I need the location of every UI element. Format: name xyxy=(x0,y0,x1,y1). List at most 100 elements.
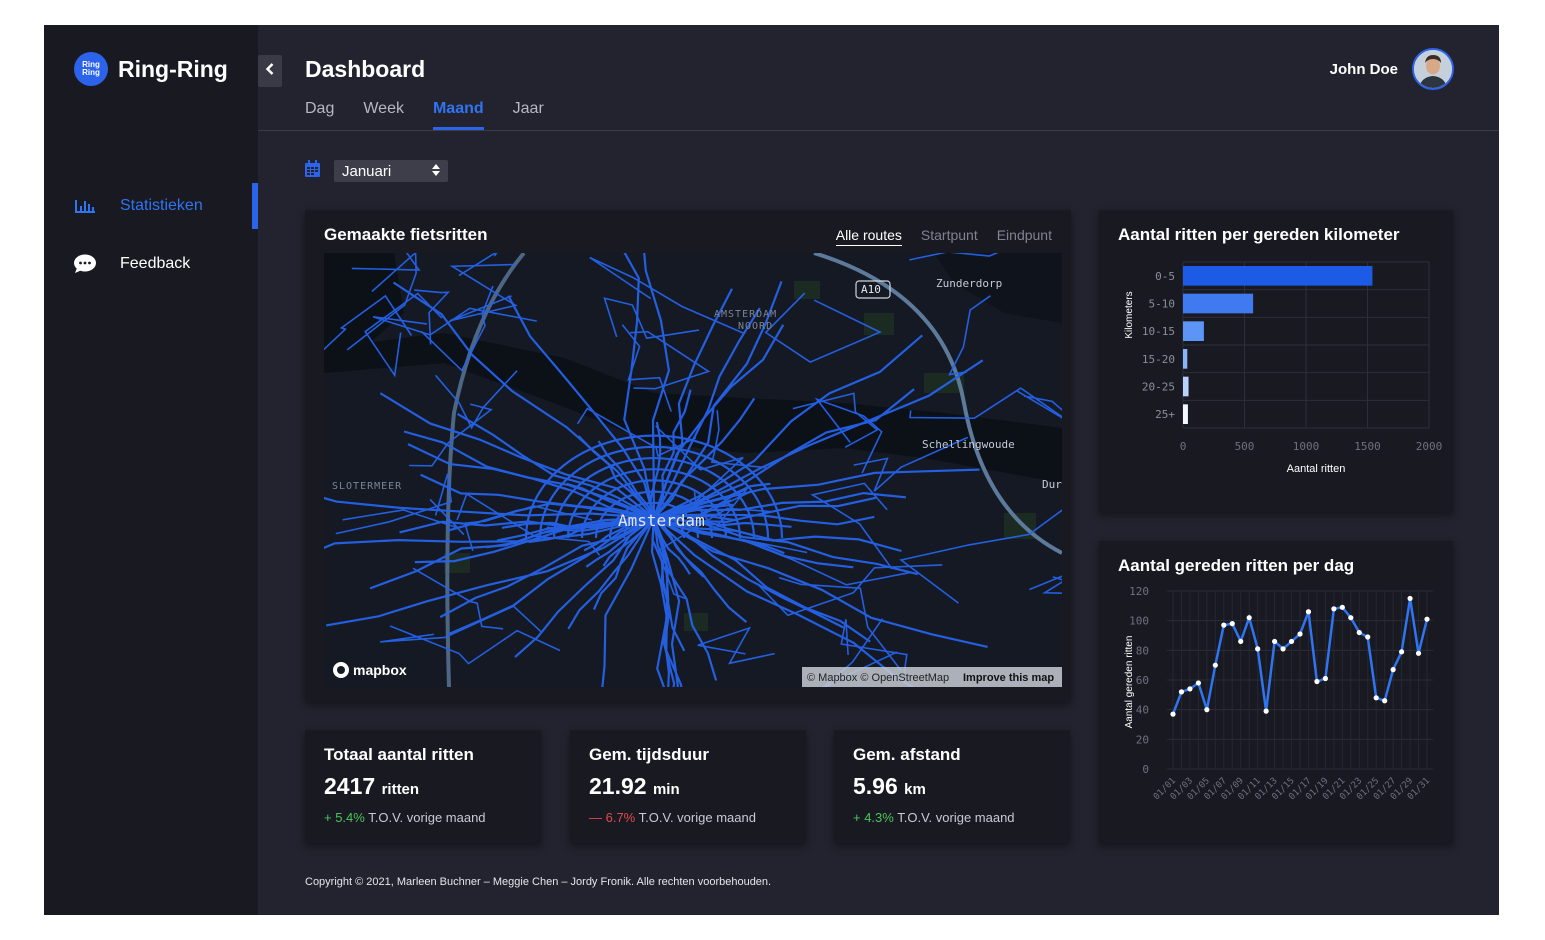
stat-change-suffix: T.O.V. vorige maand xyxy=(638,810,756,825)
tab-maand[interactable]: Maand xyxy=(432,100,484,130)
data-point xyxy=(1255,646,1261,652)
data-point xyxy=(1204,707,1210,713)
speech-bubble-icon xyxy=(72,254,98,274)
y-tick-label: 5-10 xyxy=(1149,298,1176,311)
data-point xyxy=(1348,615,1354,621)
stat-title: Totaal aantal ritten xyxy=(324,745,474,764)
data-point xyxy=(1382,698,1388,704)
y-tick-label: 0 xyxy=(1142,763,1149,776)
stat-change-value: — 6.7% xyxy=(589,810,636,825)
y-tick-label: 10-15 xyxy=(1142,325,1175,338)
data-point xyxy=(1221,622,1227,628)
month-filter: Januari xyxy=(305,160,448,182)
avatar[interactable] xyxy=(1412,48,1454,90)
stat-value: 21.92 min xyxy=(589,773,680,800)
map-label-schellingwoude: Schellingwoude xyxy=(922,438,1015,451)
sidebar-item-feedback[interactable]: Feedback xyxy=(72,241,258,287)
data-point xyxy=(1415,650,1422,656)
y-tick-label: 60 xyxy=(1136,674,1149,687)
data-point xyxy=(1170,711,1176,717)
bar-chart-icon xyxy=(72,198,98,214)
footer-copyright: Copyright © 2021, Marleen Buchner – Megg… xyxy=(305,876,772,888)
y-tick-label: 120 xyxy=(1129,585,1149,598)
stat-change: + 4.3% T.O.V. vorige maand xyxy=(853,810,1015,825)
map-tab-eindpunt[interactable]: Eindpunt xyxy=(997,227,1052,246)
x-tick-label: 500 xyxy=(1235,440,1255,453)
bar xyxy=(1183,349,1188,369)
map-label-amsterdam: AMSTERDAM xyxy=(714,309,777,320)
x-tick-label: 1500 xyxy=(1354,440,1381,453)
chevron-left-icon xyxy=(265,62,275,81)
stat-number: 21.92 xyxy=(589,773,647,799)
stat-unit: min xyxy=(652,781,680,798)
stat-unit: km xyxy=(904,781,926,798)
stat-unit: ritten xyxy=(381,781,420,798)
data-point xyxy=(1263,708,1269,714)
stat-change-suffix: T.O.V. vorige maand xyxy=(897,810,1015,825)
y-tick-label: 40 xyxy=(1136,704,1149,717)
calendar-icon xyxy=(305,160,320,182)
stat-change: — 6.7% T.O.V. vorige maand xyxy=(589,810,756,825)
map-tab-startpunt[interactable]: Startpunt xyxy=(921,227,978,246)
month-select-value: Januari xyxy=(342,162,392,180)
y-tick-label: 20-25 xyxy=(1142,381,1175,394)
month-select[interactable]: Januari xyxy=(334,160,448,182)
stat-change-value: + 4.3% xyxy=(853,810,894,825)
bar xyxy=(1183,404,1188,424)
map-tab-alle-routes[interactable]: Alle routes xyxy=(835,227,902,246)
stat-number: 2417 xyxy=(324,773,376,799)
data-point xyxy=(1195,680,1201,686)
stat-card-avg-duration: Gem. tijdsduur 21.92 min — 6.7% T.O.V. v… xyxy=(570,730,806,843)
map-label-a10-text: A10 xyxy=(861,283,881,296)
data-point xyxy=(1178,689,1185,695)
map-label-dur: Dur xyxy=(1042,478,1062,491)
data-point xyxy=(1280,646,1286,652)
data-point xyxy=(1339,604,1345,610)
x-tick-label: 2000 xyxy=(1416,440,1443,453)
bar xyxy=(1183,266,1373,286)
y-tick-label: 0-5 xyxy=(1155,270,1175,283)
data-point xyxy=(1246,615,1252,621)
data-point xyxy=(1297,631,1303,637)
stat-change-value: + 5.4% xyxy=(324,810,365,825)
logo[interactable]: Ring Ring Ring-Ring xyxy=(74,52,228,86)
map-label-city: Amsterdam xyxy=(618,511,705,530)
km-chart-card: Aantal ritten per gereden kilometer 0 500… xyxy=(1099,210,1453,512)
sidebar-item-statistieken[interactable]: Statistieken xyxy=(72,183,258,229)
data-point xyxy=(1229,621,1235,627)
data-point xyxy=(1212,662,1218,668)
data-point xyxy=(1322,675,1328,682)
sidebar-item-label: Statistieken xyxy=(120,197,203,214)
x-tick-label: 1000 xyxy=(1293,440,1320,453)
x-axis-label: Aantal ritten xyxy=(1287,463,1346,475)
data-point xyxy=(1424,616,1430,622)
y-tick-label: 100 xyxy=(1129,615,1149,628)
map-label-slotermeer: SLOTERMEER xyxy=(332,481,402,492)
data-point xyxy=(1390,667,1396,673)
tab-dag[interactable]: Dag xyxy=(305,100,334,130)
data-point xyxy=(1331,606,1337,612)
bar xyxy=(1183,321,1204,341)
stat-number: 5.96 xyxy=(853,773,898,799)
map-label-zunderdorp: Zunderdorp xyxy=(936,277,1002,290)
user-menu[interactable]: John Doe xyxy=(1330,48,1454,90)
stat-value: 2417 ritten xyxy=(324,773,419,800)
y-tick-label: 80 xyxy=(1136,644,1149,657)
stat-title: Gem. afstand xyxy=(853,745,961,764)
stat-title: Gem. tijdsduur xyxy=(589,745,709,764)
stat-change-suffix: T.O.V. vorige maand xyxy=(368,810,486,825)
data-point xyxy=(1238,638,1244,645)
daily-chart-card: Aantal gereden ritten per dag 0 20 40 60 80 1… xyxy=(1099,541,1453,843)
period-tabs: Dag Week Maand Jaar xyxy=(305,100,544,130)
data-point xyxy=(1365,634,1371,640)
route-map[interactable]: A10 Zunderdorp AMSTERDAM NOORD Schelling… xyxy=(324,253,1062,687)
data-point xyxy=(1305,609,1312,615)
collapse-sidebar-button[interactable] xyxy=(258,55,282,87)
tab-jaar[interactable]: Jaar xyxy=(513,100,544,130)
tab-week[interactable]: Week xyxy=(363,100,404,130)
sort-arrows-icon xyxy=(432,163,440,180)
y-axis-label: Aantal gereden ritten xyxy=(1124,636,1135,729)
user-name: John Doe xyxy=(1329,60,1398,78)
app-frame: Ring Ring Ring-Ring Statistieken Feedbac… xyxy=(44,25,1499,915)
y-tick-label: 20 xyxy=(1136,733,1149,746)
